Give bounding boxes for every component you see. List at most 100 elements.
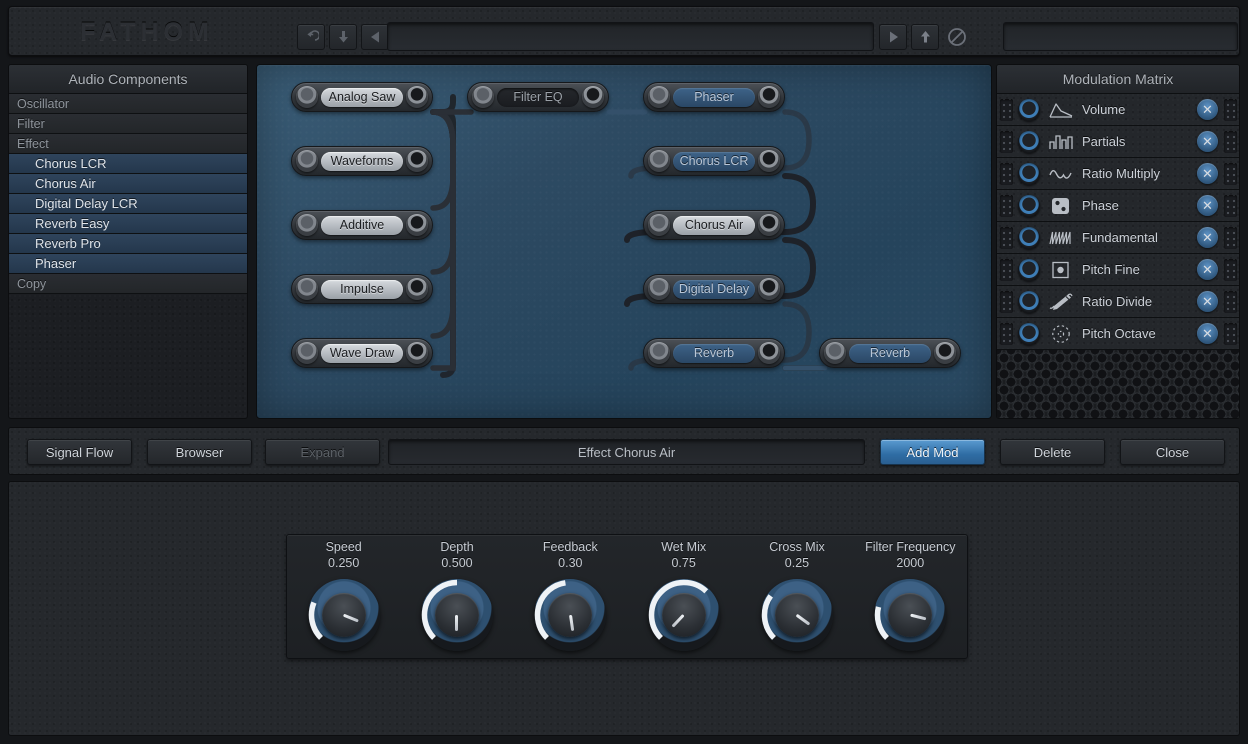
flow-node-phaser[interactable]: Phaser [643,82,785,112]
sidebar-item-oscillator[interactable]: Oscillator [9,94,247,114]
signal-flow-canvas[interactable]: Analog Saw Waveforms Additive Impulse Wave D… [256,64,992,419]
drag-handle-left[interactable] [1000,130,1013,153]
remove-modulation-button[interactable]: ✕ [1197,163,1218,184]
flow-node-reverb[interactable]: Reverb [643,338,785,368]
node-output-port[interactable] [406,342,428,364]
node-input-port[interactable] [648,214,670,236]
remove-modulation-button[interactable]: ✕ [1197,323,1218,344]
flow-node-additive[interactable]: Additive [291,210,433,240]
sidebar-item-filter[interactable]: Filter [9,114,247,134]
undo-icon[interactable] [297,24,325,50]
sidebar-item-reverb-pro[interactable]: Reverb Pro [9,234,247,254]
toolbar-right-field[interactable] [1003,22,1238,51]
modulation-amount-knob[interactable] [1018,322,1040,345]
download-arrow-icon[interactable] [329,24,357,50]
modulation-row[interactable]: Ratio Divide ✕ [997,286,1239,318]
node-input-port[interactable] [648,86,670,108]
sidebar-item-copy[interactable]: Copy [9,274,247,294]
remove-modulation-button[interactable]: ✕ [1197,291,1218,312]
sidebar-item-digital-delay-lcr[interactable]: Digital Delay LCR [9,194,247,214]
flow-node-chorus-lcr[interactable]: Chorus LCR [643,146,785,176]
drag-handle-left[interactable] [1000,258,1013,281]
signal-flow-button[interactable]: Signal Flow [27,439,132,465]
flow-node-waveforms[interactable]: Waveforms [291,146,433,176]
knob-cross-mix[interactable] [760,579,833,651]
node-input-port[interactable] [648,150,670,172]
drag-handle-right[interactable] [1224,98,1237,121]
drag-handle-left[interactable] [1000,290,1013,313]
triangle-right-icon[interactable] [879,24,907,50]
remove-modulation-button[interactable]: ✕ [1197,195,1218,216]
browser-button[interactable]: Browser [147,439,252,465]
node-output-port[interactable] [406,150,428,172]
modulation-row[interactable]: Pitch Octave ✕ [997,318,1239,350]
modulation-row[interactable]: Volume ✕ [997,94,1239,126]
node-input-port[interactable] [648,278,670,300]
drag-handle-right[interactable] [1224,290,1237,313]
sidebar-item-effect[interactable]: Effect [9,134,247,154]
node-input-port[interactable] [296,342,318,364]
modulation-amount-knob[interactable] [1018,258,1040,281]
modulation-amount-knob[interactable] [1018,98,1040,121]
node-output-port[interactable] [406,86,428,108]
flow-node-filter-eq[interactable]: Filter EQ [467,82,609,112]
triangle-left-icon[interactable] [361,24,389,50]
node-output-port[interactable] [758,278,780,300]
node-output-port[interactable] [758,342,780,364]
flow-node-digital-delay[interactable]: Digital Delay [643,274,785,304]
knob-filter-frequency[interactable] [874,579,947,651]
up-arrow-icon[interactable] [911,24,939,50]
node-output-port[interactable] [758,86,780,108]
flow-node-impulse[interactable]: Impulse [291,274,433,304]
node-output-port[interactable] [406,278,428,300]
sidebar-item-chorus-air[interactable]: Chorus Air [9,174,247,194]
modulation-amount-knob[interactable] [1018,162,1040,185]
drag-handle-left[interactable] [1000,98,1013,121]
sidebar-item-reverb-easy[interactable]: Reverb Easy [9,214,247,234]
drag-handle-right[interactable] [1224,258,1237,281]
remove-modulation-button[interactable]: ✕ [1197,99,1218,120]
modulation-row[interactable]: Pitch Fine ✕ [997,254,1239,286]
drag-handle-right[interactable] [1224,226,1237,249]
drag-handle-left[interactable] [1000,322,1013,345]
node-output-port[interactable] [406,214,428,236]
modulation-amount-knob[interactable] [1018,290,1040,313]
remove-modulation-button[interactable]: ✕ [1197,259,1218,280]
node-input-port[interactable] [296,214,318,236]
node-output-port[interactable] [582,86,604,108]
node-input-port[interactable] [296,86,318,108]
node-input-port[interactable] [296,278,318,300]
node-output-port[interactable] [934,342,956,364]
sidebar-item-phaser[interactable]: Phaser [9,254,247,274]
drag-handle-left[interactable] [1000,194,1013,217]
flow-node-chorus-air[interactable]: Chorus Air [643,210,785,240]
flow-node-analog-saw[interactable]: Analog Saw [291,82,433,112]
drag-handle-right[interactable] [1224,194,1237,217]
remove-modulation-button[interactable]: ✕ [1197,227,1218,248]
drag-handle-right[interactable] [1224,130,1237,153]
close-button[interactable]: Close [1120,439,1225,465]
node-input-port[interactable] [472,86,494,108]
remove-modulation-button[interactable]: ✕ [1197,131,1218,152]
knob-feedback[interactable] [534,579,607,651]
drag-handle-left[interactable] [1000,162,1013,185]
no-entry-icon[interactable] [943,24,971,50]
delete-button[interactable]: Delete [1000,439,1105,465]
knob-wet-mix[interactable] [647,579,720,651]
add-mod-button[interactable]: Add Mod [880,439,985,465]
node-output-port[interactable] [758,214,780,236]
node-input-port[interactable] [648,342,670,364]
knob-depth[interactable] [420,579,493,651]
sidebar-item-chorus-lcr[interactable]: Chorus LCR [9,154,247,174]
modulation-row[interactable]: Phase ✕ [997,190,1239,222]
modulation-amount-knob[interactable] [1018,130,1040,153]
modulation-amount-knob[interactable] [1018,226,1040,249]
drag-handle-right[interactable] [1224,322,1237,345]
node-input-port[interactable] [824,342,846,364]
modulation-row[interactable]: Ratio Multiply ✕ [997,158,1239,190]
node-output-port[interactable] [758,150,780,172]
flow-node-wave-draw[interactable]: Wave Draw [291,338,433,368]
node-input-port[interactable] [296,150,318,172]
drag-handle-left[interactable] [1000,226,1013,249]
knob-speed[interactable] [307,579,380,651]
